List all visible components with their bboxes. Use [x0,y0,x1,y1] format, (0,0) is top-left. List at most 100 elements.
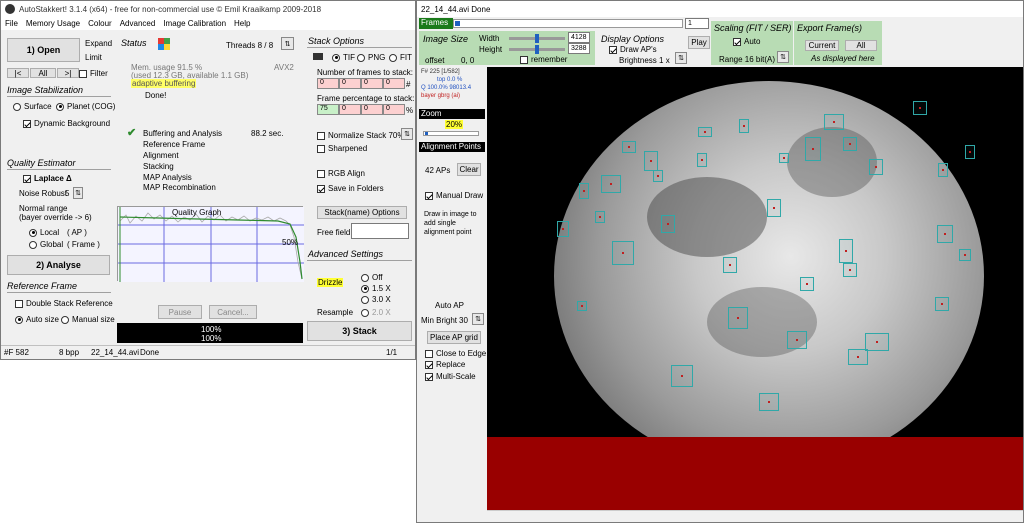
ap-box[interactable] [612,241,634,265]
pct-cell-2[interactable]: 0 [339,104,361,115]
export-current-button[interactable]: Current [805,40,839,51]
ap-box[interactable] [601,175,621,193]
filter-checkbox[interactable]: Filter [79,69,108,78]
ap-box[interactable] [935,297,949,311]
height-value[interactable]: 3288 [568,43,590,54]
resample-20-radio[interactable]: 2.0 X [361,308,391,317]
global-radio[interactable]: Global [29,240,63,249]
replace-checkbox[interactable]: Replace [425,360,465,369]
ap-box[interactable] [869,159,883,175]
analyse-button[interactable]: 2) Analyse [7,255,110,275]
menu-advanced[interactable]: Advanced [120,19,156,28]
ap-box[interactable] [661,215,675,233]
ap-box[interactable] [728,307,748,329]
threads-spinner[interactable]: ⇅ [281,37,294,50]
multiscale-checkbox[interactable]: Multi-Scale [425,372,476,381]
nav-all-button[interactable]: All [30,68,56,78]
ap-box[interactable] [937,225,953,243]
clear-button[interactable]: Clear [457,163,481,176]
auto-checkbox[interactable]: Auto [733,37,760,46]
ap-box[interactable] [843,137,857,151]
menu-image-calibration[interactable]: Image Calibration [163,19,226,28]
ap-box[interactable] [805,137,821,161]
noise-robust-spinner[interactable]: ⇅ [73,187,83,199]
ap-box[interactable] [965,145,975,159]
brightness-spinner[interactable]: ⇅ [675,52,687,64]
ap-box[interactable] [767,199,781,217]
nav-first-button[interactable]: |< [7,68,29,78]
drizzle-off-radio[interactable]: Off [361,273,383,282]
menu-memory-usage[interactable]: Memory Usage [26,19,80,28]
ap-box[interactable] [800,277,814,291]
ap-box[interactable] [759,393,779,411]
pause-button[interactable]: Pause [158,305,202,319]
menu-file[interactable]: File [5,19,18,28]
ap-box[interactable] [959,249,971,261]
ap-box[interactable] [697,153,707,167]
nav-last-button[interactable]: >| [57,68,79,78]
cancel-button[interactable]: Cancel... [209,305,257,319]
close-edge-checkbox[interactable]: Close to Edge [425,349,486,358]
normalize-spinner[interactable]: ⇅ [401,128,413,140]
frames-slider[interactable] [453,19,683,28]
ap-box[interactable] [787,331,807,349]
ap-box[interactable] [579,183,589,199]
ap-box[interactable] [698,127,712,137]
frames-cell-4[interactable]: 0 [383,78,405,89]
surface-radio[interactable]: Surface [13,102,52,111]
frame-number-input[interactable]: 1 [685,18,709,29]
ap-box[interactable] [824,114,844,130]
frames-cell-1[interactable]: 0 [317,78,339,89]
place-ap-grid-button[interactable]: Place AP grid [427,331,481,344]
ap-box[interactable] [865,333,889,351]
sharpened-checkbox[interactable]: Sharpened [317,144,367,153]
manual-draw-checkbox[interactable]: Manual Draw [425,191,483,200]
zoom-slider[interactable] [423,131,479,136]
auto-size-radio[interactable]: Auto size [15,315,59,324]
fit-radio[interactable]: FIT [389,53,412,62]
pct-cell-1[interactable]: 75 [317,104,339,115]
min-bright-spinner[interactable]: ⇅ [472,313,484,325]
play-button[interactable]: Play [688,36,710,49]
ap-box[interactable] [557,221,569,237]
ap-box[interactable] [779,153,789,163]
ap-box[interactable] [938,163,948,177]
width-value[interactable]: 4128 [568,32,590,43]
ap-box[interactable] [653,170,663,182]
ap-box[interactable] [843,263,857,277]
laplace-checkbox[interactable]: Laplace Δ [23,174,72,183]
frames-cell-3[interactable]: 0 [361,78,383,89]
ap-box[interactable] [739,119,749,133]
normalize-checkbox[interactable]: Normalize Stack 70% [317,131,404,140]
ap-box[interactable] [913,101,927,115]
ap-box[interactable] [577,301,587,311]
width-slider[interactable] [509,34,565,43]
height-slider[interactable] [509,45,565,54]
rgb-align-checkbox[interactable]: RGB Align [317,169,365,178]
free-field-input[interactable] [351,223,409,239]
range-spinner[interactable]: ⇅ [777,51,789,63]
open-button[interactable]: 1) Open [7,38,80,62]
drizzle-15-radio[interactable]: 1.5 X [361,284,391,293]
double-stack-checkbox[interactable]: Double Stack Reference [15,299,113,308]
image-canvas[interactable] [487,67,1023,510]
local-radio[interactable]: Local [29,228,59,237]
export-all-button[interactable]: All [845,40,877,51]
ap-box[interactable] [644,151,658,171]
pct-cell-4[interactable]: 0 [383,104,405,115]
menu-help[interactable]: Help [234,19,250,28]
draw-aps-checkbox[interactable]: Draw AP's [609,45,657,54]
viewer-horizontal-scrollbar[interactable] [487,510,1023,522]
drizzle-30-radio[interactable]: 3.0 X [361,295,391,304]
tif-radio[interactable]: TIF [332,53,355,62]
ap-box[interactable] [622,141,636,153]
ap-box[interactable] [671,365,693,387]
ap-box[interactable] [595,211,605,223]
ap-box[interactable] [848,349,868,365]
stack-name-options-button[interactable]: Stack(name) Options [317,206,407,219]
png-radio[interactable]: PNG [357,53,385,62]
stack-button[interactable]: 3) Stack [307,321,412,341]
pct-cell-3[interactable]: 0 [361,104,383,115]
ap-box[interactable] [723,257,737,273]
remember-checkbox[interactable]: remember [520,55,567,64]
